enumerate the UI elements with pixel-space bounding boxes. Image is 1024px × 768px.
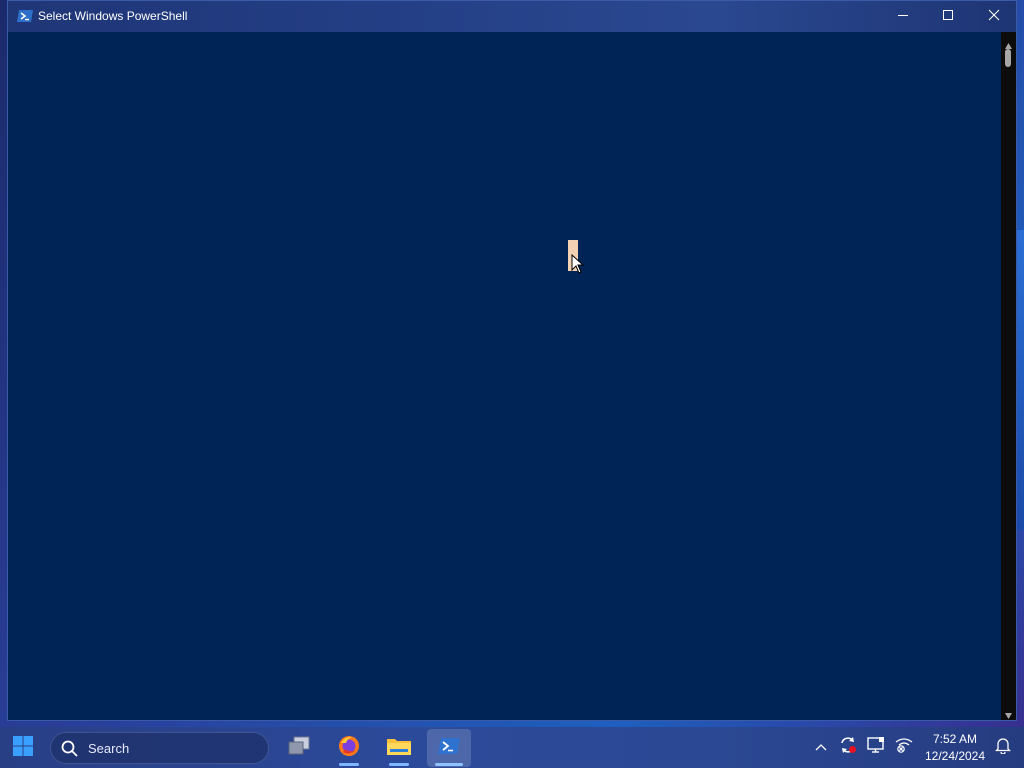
network-disconnected-icon	[894, 736, 914, 759]
console-area[interactable]	[8, 32, 1001, 720]
show-hidden-icons-button[interactable]	[811, 737, 831, 757]
taskbar-task-view[interactable]	[277, 729, 321, 767]
chevron-up-icon	[815, 738, 827, 756]
clock-time: 7:52 AM	[932, 732, 978, 746]
close-button[interactable]	[971, 1, 1017, 32]
scroll-up-arrow-icon[interactable]	[1004, 37, 1013, 49]
task-view-icon	[287, 736, 311, 761]
windows-logo-icon	[12, 735, 34, 762]
system-clock[interactable]: 7:52 AM 12/24/2024	[920, 731, 990, 765]
search-placeholder: Search	[88, 741, 130, 756]
folder-icon	[386, 735, 412, 762]
taskbar-powershell[interactable]	[427, 729, 471, 767]
mouse-pointer-icon	[571, 253, 585, 274]
maximize-icon	[942, 8, 954, 26]
taskbar-search-box[interactable]: Search	[50, 732, 269, 764]
running-indicator	[339, 763, 359, 766]
powershell-icon	[17, 9, 33, 23]
close-icon	[988, 8, 1000, 26]
running-indicator	[389, 763, 409, 766]
clock-date: 12/24/2024	[924, 749, 986, 763]
taskbar: Search 7:52 AM 12/24/2024	[0, 727, 1024, 768]
taskbar-firefox[interactable]	[327, 729, 371, 767]
maximize-button[interactable]	[925, 1, 971, 32]
tray-network[interactable]	[894, 737, 914, 757]
scroll-down-arrow-icon[interactable]	[1004, 707, 1013, 719]
start-button[interactable]	[8, 733, 38, 763]
search-icon	[61, 740, 78, 757]
notifications-button[interactable]	[993, 737, 1013, 757]
notification-bell-icon	[994, 736, 1012, 759]
tray-display[interactable]	[866, 736, 886, 759]
vertical-scrollbar[interactable]	[1001, 32, 1016, 720]
minimize-button[interactable]	[880, 1, 926, 32]
firefox-icon	[337, 734, 361, 763]
powershell-icon	[438, 737, 460, 760]
window-title: Select Windows PowerShell	[38, 9, 188, 23]
taskbar-file-explorer[interactable]	[377, 729, 421, 767]
sync-icon	[838, 735, 858, 760]
scrollbar-thumb[interactable]	[1005, 49, 1011, 67]
powershell-window: Select Windows PowerShell	[7, 0, 1017, 721]
title-bar[interactable]: Select Windows PowerShell	[8, 1, 1016, 32]
display-icon	[866, 736, 886, 759]
tray-sync[interactable]	[838, 735, 858, 760]
active-indicator	[435, 763, 463, 766]
minimize-icon	[897, 8, 909, 26]
